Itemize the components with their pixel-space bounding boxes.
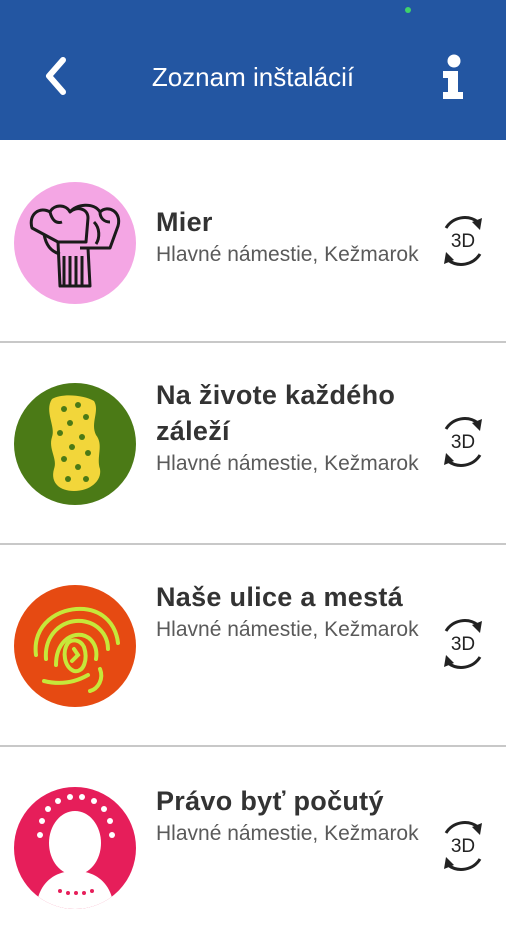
info-button[interactable] (430, 54, 474, 100)
item-title: Na živote každého záleží (156, 380, 396, 446)
rotate-3d-icon: 3D (444, 821, 482, 871)
view-3d-button[interactable]: 3D (432, 815, 494, 877)
item-text: Mier Hlavné námestie, Kežmarok (156, 204, 431, 268)
fists-illustration (29, 203, 121, 288)
info-icon (443, 54, 463, 99)
streets-illustration (33, 606, 120, 693)
item-location: Hlavné námestie, Kežmarok (156, 243, 419, 266)
list-item[interactable]: Mier Hlavné námestie, Kežmarok 3D (0, 140, 506, 342)
item-title: Právo byť počutý (156, 786, 384, 816)
crowd-illustration (49, 395, 101, 491)
item-title: Mier (156, 207, 213, 237)
rotate-3d-icon: 3D (444, 216, 482, 266)
view-3d-button[interactable]: 3D (432, 411, 494, 473)
item-text: Právo byť počutý Hlavné námestie, Kežmar… (156, 783, 431, 847)
item-location: Hlavné námestie, Kežmarok (156, 822, 419, 845)
item-thumbnail-crowd (14, 383, 136, 505)
view-3d-button[interactable]: 3D (432, 210, 494, 272)
item-location: Hlavné námestie, Kežmarok (156, 452, 419, 475)
app-header: Zoznam inštalácií (0, 0, 506, 140)
item-text: Na živote každého záleží Hlavné námestie… (156, 377, 431, 477)
list-item[interactable]: Na živote každého záleží Hlavné námestie… (0, 343, 506, 545)
item-location: Hlavné námestie, Kežmarok (156, 618, 419, 641)
view-3d-button[interactable]: 3D (432, 613, 494, 675)
status-indicator (405, 7, 411, 13)
silhouette-illustration (36, 794, 115, 909)
item-title: Naše ulice a mestá (156, 582, 404, 612)
item-thumbnail-streets (14, 585, 136, 707)
item-3d-label: 3D (451, 231, 475, 252)
item-3d-label: 3D (451, 634, 475, 655)
rotate-3d-icon: 3D (444, 619, 482, 669)
item-3d-label: 3D (451, 836, 475, 857)
rotate-3d-icon: 3D (444, 417, 482, 467)
item-3d-label: 3D (451, 432, 475, 453)
list-item[interactable]: Naše ulice a mestá Hlavné námestie, Kežm… (0, 545, 506, 747)
item-text: Naše ulice a mestá Hlavné námestie, Kežm… (156, 579, 431, 643)
list-item[interactable]: Právo byť počutý Hlavné námestie, Kežmar… (0, 747, 506, 949)
item-thumbnail-fists (14, 182, 136, 304)
item-thumbnail-silhouette (14, 787, 136, 909)
